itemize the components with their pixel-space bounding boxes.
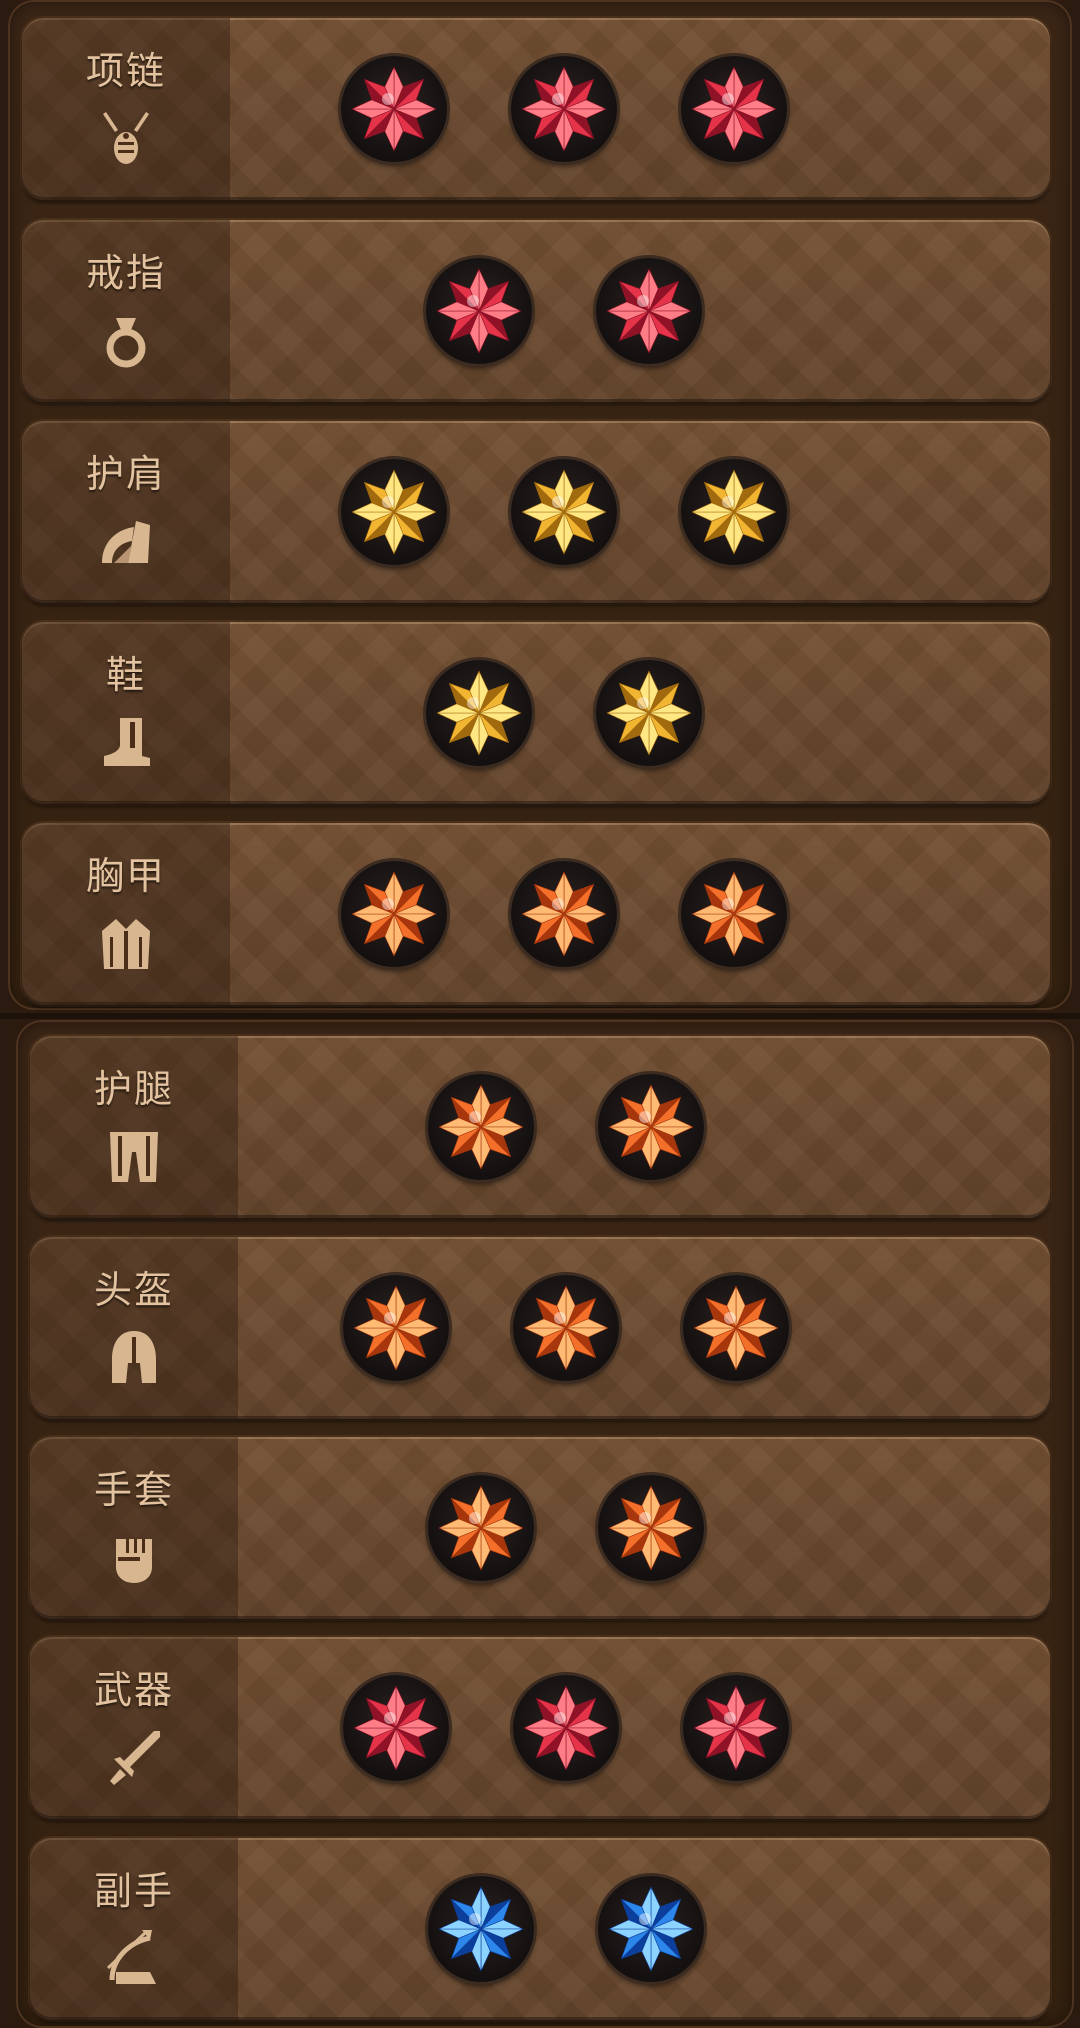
slot-label-column: 胸甲 xyxy=(22,823,230,1005)
slot-label-column: 护肩 xyxy=(22,421,230,603)
slot-name: 武器 xyxy=(93,1668,174,1712)
red-gem-icon[interactable] xyxy=(681,56,787,162)
slot-label-column: 护腿 xyxy=(30,1036,238,1218)
equipment-slot-row[interactable]: 武器 xyxy=(30,1637,1050,1819)
orange-gem-icon[interactable] xyxy=(511,861,617,967)
red-gem-icon[interactable] xyxy=(511,56,617,162)
equipment-slot-row[interactable]: 项链 xyxy=(22,18,1050,200)
equipment-slot-row[interactable]: 副手 xyxy=(30,1838,1050,2020)
gem-socket-group xyxy=(428,1437,704,1619)
orange-gem-icon[interactable] xyxy=(598,1475,704,1581)
red-gem-icon[interactable] xyxy=(341,56,447,162)
gem-socket-group xyxy=(426,220,702,402)
orange-gem-icon[interactable] xyxy=(343,1275,449,1381)
blue-gem-icon[interactable] xyxy=(598,1876,704,1982)
slot-label-column: 手套 xyxy=(30,1437,238,1619)
chest-armor-icon xyxy=(98,913,154,973)
slot-name: 副手 xyxy=(93,1869,174,1913)
slot-label-column: 头盔 xyxy=(30,1237,238,1419)
gold-gem-icon[interactable] xyxy=(426,660,532,766)
gem-socket-group xyxy=(428,1838,704,2020)
ring-icon xyxy=(98,310,154,370)
panel-divider xyxy=(0,1013,1080,1019)
slot-name: 护肩 xyxy=(85,452,166,496)
orange-gem-icon[interactable] xyxy=(681,861,787,967)
bow-icon xyxy=(106,1928,162,1988)
gem-socket-group xyxy=(343,1637,789,1819)
orange-gem-icon[interactable] xyxy=(341,861,447,967)
equipment-slot-row[interactable]: 护腿 xyxy=(30,1036,1050,1218)
orange-gem-icon[interactable] xyxy=(428,1074,534,1180)
gem-socket-group xyxy=(343,1237,789,1419)
equipment-slot-row[interactable]: 鞋 xyxy=(22,622,1050,804)
gold-gem-icon[interactable] xyxy=(681,459,787,565)
slot-name: 戒指 xyxy=(85,251,166,295)
gem-socket-group xyxy=(341,421,787,603)
gem-socket-group xyxy=(341,823,787,1005)
slot-name: 项链 xyxy=(85,49,166,93)
slot-name: 手套 xyxy=(93,1468,174,1512)
blue-gem-icon[interactable] xyxy=(428,1876,534,1982)
red-gem-icon[interactable] xyxy=(343,1675,449,1781)
orange-gem-icon[interactable] xyxy=(598,1074,704,1180)
gold-gem-icon[interactable] xyxy=(511,459,617,565)
shoulder-armor-icon xyxy=(98,511,154,571)
gem-socket-group xyxy=(341,18,787,200)
red-gem-icon[interactable] xyxy=(596,258,702,364)
gem-socket-screen: 项链戒指护肩鞋胸甲护腿头盔手套武器副手 xyxy=(0,0,1080,2028)
gem-socket-group xyxy=(428,1036,704,1218)
slot-name: 胸甲 xyxy=(85,854,166,898)
sword-icon xyxy=(106,1727,162,1787)
leg-armor-icon xyxy=(106,1126,162,1186)
necklace-icon xyxy=(98,108,154,168)
slot-label-column: 戒指 xyxy=(22,220,230,402)
equipment-slot-row[interactable]: 胸甲 xyxy=(22,823,1050,1005)
equipment-slot-row[interactable]: 头盔 xyxy=(30,1237,1050,1419)
slot-name: 护腿 xyxy=(93,1067,174,1111)
red-gem-icon[interactable] xyxy=(513,1675,619,1781)
gold-gem-icon[interactable] xyxy=(341,459,447,565)
helmet-icon xyxy=(106,1327,162,1387)
gem-socket-group xyxy=(426,622,702,804)
orange-gem-icon[interactable] xyxy=(683,1275,789,1381)
slot-label-column: 项链 xyxy=(22,18,230,200)
slot-label-column: 武器 xyxy=(30,1637,238,1819)
slot-name: 头盔 xyxy=(93,1268,174,1312)
gold-gem-icon[interactable] xyxy=(596,660,702,766)
gauntlet-icon xyxy=(106,1527,162,1587)
equipment-slot-row[interactable]: 护肩 xyxy=(22,421,1050,603)
slot-label-column: 鞋 xyxy=(22,622,230,804)
red-gem-icon[interactable] xyxy=(683,1675,789,1781)
equipment-slot-row[interactable]: 戒指 xyxy=(22,220,1050,402)
orange-gem-icon[interactable] xyxy=(428,1475,534,1581)
slot-label-column: 副手 xyxy=(30,1838,238,2020)
boot-icon xyxy=(98,712,154,772)
slot-name: 鞋 xyxy=(105,653,146,697)
red-gem-icon[interactable] xyxy=(426,258,532,364)
equipment-slot-row[interactable]: 手套 xyxy=(30,1437,1050,1619)
orange-gem-icon[interactable] xyxy=(513,1275,619,1381)
